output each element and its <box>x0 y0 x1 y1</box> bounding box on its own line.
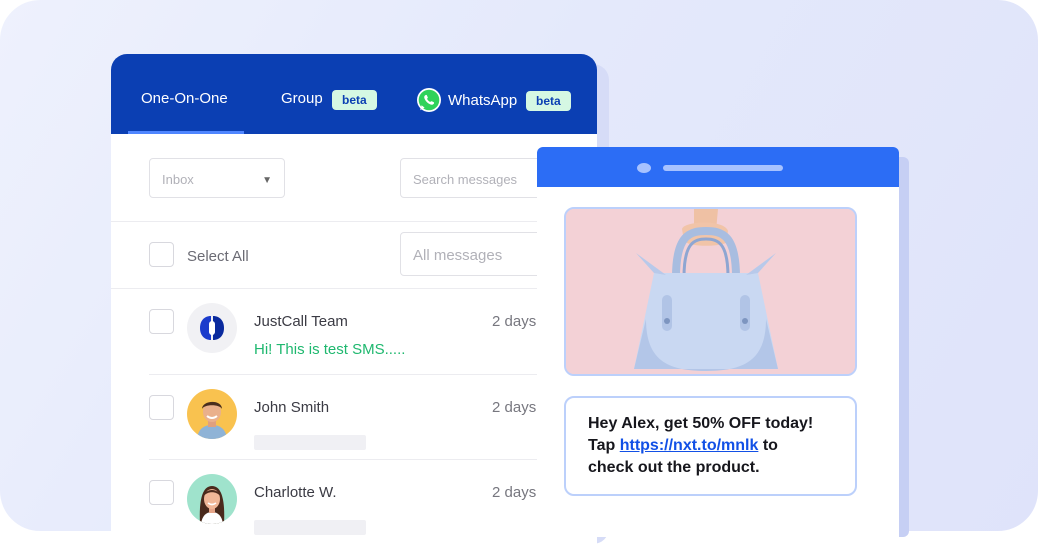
message-line-3: check out the product. <box>588 459 760 476</box>
filter-row: Inbox ▼ Search messages <box>111 134 597 222</box>
phone-card: Hey Alex, get 50% OFF today! Tap https:/… <box>537 147 899 537</box>
search-input[interactable]: Search messages <box>400 158 560 198</box>
beta-badge: beta <box>526 91 571 111</box>
preview-placeholder <box>254 520 366 535</box>
tab-bar: One-On-One Group beta WhatsApp beta <box>111 54 597 134</box>
message-tap-text: Tap <box>588 437 616 454</box>
message-filter-value: All messages <box>413 247 503 264</box>
inbox-select[interactable]: Inbox ▼ <box>149 158 285 198</box>
tab-whatsapp[interactable]: WhatsApp beta <box>411 54 591 134</box>
tab-label: One-On-One <box>141 90 228 107</box>
contact-name: Charlotte W. <box>254 484 337 501</box>
tab-label: WhatsApp <box>448 92 518 109</box>
message-filter-select[interactable]: All messages <box>400 232 560 276</box>
message-time: 2 days <box>492 313 537 330</box>
conversation-row[interactable]: Charlotte W. 2 days <box>149 460 597 544</box>
phone-header <box>537 147 899 187</box>
message-time: 2 days <box>492 399 537 416</box>
camera-dot <box>637 163 651 173</box>
message-line-2: Tap https://nxt.to/mnlk to <box>588 435 833 457</box>
conversation-row[interactable]: John Smith 2 days <box>149 375 597 460</box>
message-line-1: Hey Alex, get 50% OFF today! <box>588 415 814 432</box>
caret-down-icon: ▼ <box>262 175 272 186</box>
speaker-bar <box>663 165 783 171</box>
preview-placeholder <box>254 435 366 450</box>
row-checkbox[interactable] <box>149 395 174 420</box>
inbox-panel: One-On-One Group beta WhatsApp beta Inbo… <box>111 54 597 544</box>
tab-label: Group <box>281 90 323 107</box>
product-image <box>564 207 857 376</box>
handbag-image <box>566 209 855 374</box>
charlotte-avatar <box>187 474 237 524</box>
message-to-text: to <box>762 437 778 454</box>
message-preview: Hi! This is test SMS..... <box>254 341 406 358</box>
contact-name: JustCall Team <box>254 313 348 330</box>
message-link[interactable]: https://nxt.to/mnlk <box>620 437 759 454</box>
select-all-label: Select All <box>187 248 249 265</box>
conversation-row[interactable]: JustCall Team 2 days Hi! This is test SM… <box>149 289 597 374</box>
message-time: 2 days <box>492 484 537 501</box>
contact-name: John Smith <box>254 399 330 416</box>
row-checkbox[interactable] <box>149 309 174 334</box>
tab-group[interactable]: Group beta <box>271 54 391 134</box>
whatsapp-icon <box>417 88 441 112</box>
row-checkbox[interactable] <box>149 480 174 505</box>
inbox-select-value: Inbox <box>162 172 194 187</box>
justcall-logo-icon <box>187 303 237 353</box>
select-all-checkbox[interactable] <box>149 242 174 267</box>
sms-message-bubble: Hey Alex, get 50% OFF today! Tap https:/… <box>564 396 857 496</box>
tab-one-on-one[interactable]: One-On-One <box>111 54 245 134</box>
search-placeholder: Search messages <box>413 172 518 187</box>
select-all-row: Select All All messages <box>111 222 597 289</box>
beta-badge: beta <box>332 90 377 110</box>
john-smith-avatar <box>187 389 237 439</box>
